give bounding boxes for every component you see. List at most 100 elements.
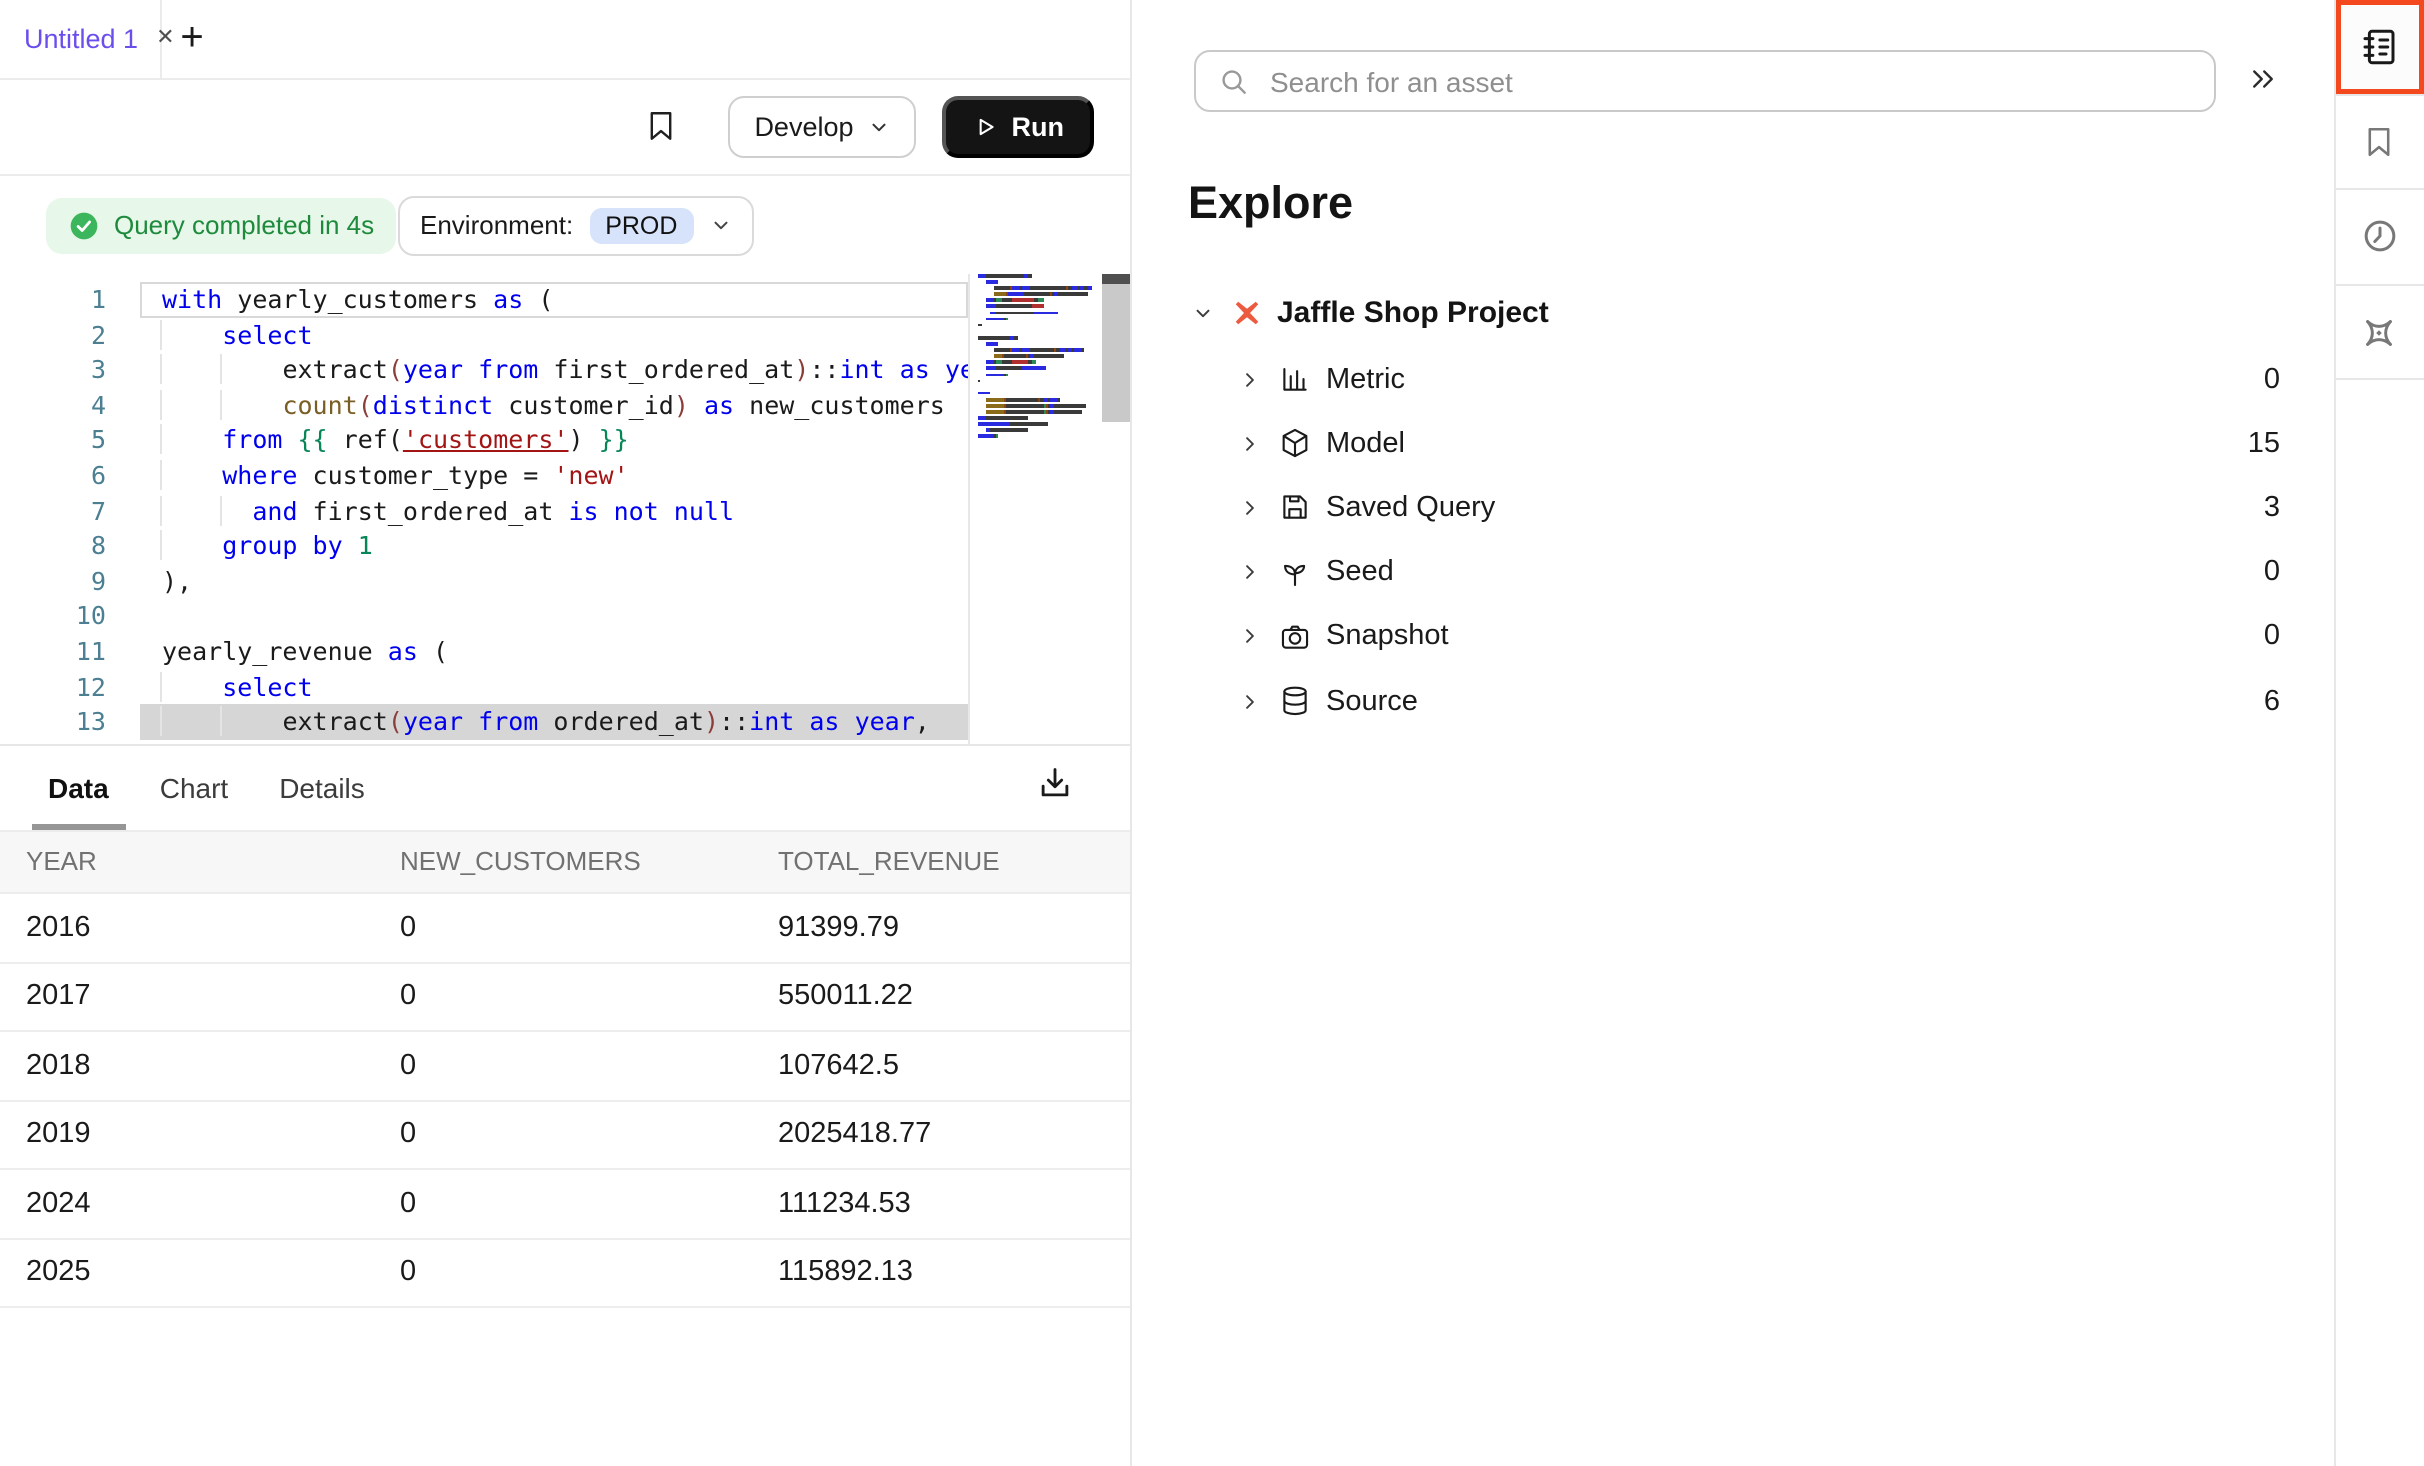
- catalog-notebook-icon: [2359, 26, 2401, 68]
- table-row[interactable]: 2016091399.79: [0, 894, 1129, 963]
- table-row[interactable]: 20240111234.53: [0, 1170, 1129, 1239]
- tree-item-model[interactable]: Model15: [1131, 411, 2333, 475]
- column-header: YEAR: [26, 847, 400, 877]
- right-icon-rail: [2333, 0, 2424, 1466]
- explore-panel: Explore Jaffle Shop Project Metric0Model…: [1131, 0, 2333, 1466]
- table-cell: 0: [400, 1257, 778, 1289]
- code-line-3[interactable]: extract(year from first_ordered_at)::int…: [140, 352, 968, 387]
- code-line-8[interactable]: group by 1: [140, 528, 968, 563]
- tree-item-source[interactable]: Source6: [1131, 669, 2333, 733]
- results-table-body: 2016091399.7920170550011.2220180107642.5…: [0, 894, 1129, 1308]
- query-status-bar: Query completed in 4s Environment: PROD: [0, 175, 1129, 274]
- asset-search-box[interactable]: [1194, 50, 2216, 112]
- history-clock-icon: [2360, 217, 2400, 257]
- rail-button-catalog-notebook[interactable]: [2335, 0, 2424, 95]
- rail-button-history-clock[interactable]: [2335, 190, 2424, 285]
- tree-item-metric[interactable]: Metric0: [1131, 347, 2333, 411]
- results-tab-data[interactable]: Data: [48, 771, 109, 803]
- chevron-right-icon[interactable]: [1240, 434, 1260, 454]
- environment-selector[interactable]: Environment: PROD: [398, 195, 753, 255]
- seedling-icon: [1278, 555, 1312, 589]
- code-line-12[interactable]: select: [140, 669, 968, 704]
- dbt-studio-app: Untitled 1 ✕ + Develop Run Query complet…: [0, 0, 2424, 1466]
- chevron-right-icon[interactable]: [1240, 691, 1260, 711]
- environment-badge: PROD: [589, 207, 693, 243]
- table-cell: 0: [400, 1050, 778, 1082]
- line-number-gutter: 12345678910111213: [0, 274, 140, 743]
- develop-label: Develop: [754, 112, 853, 142]
- column-header: NEW_CUSTOMERS: [400, 847, 778, 877]
- sql-editor[interactable]: 12345678910111213 with yearly_customers …: [0, 274, 970, 743]
- line-number: 9: [0, 564, 140, 599]
- editor-tab-bar: Untitled 1 ✕ +: [0, 0, 1129, 80]
- line-number: 2: [0, 317, 140, 352]
- bookmark-icon[interactable]: [644, 107, 678, 147]
- table-cell: 115892.13: [778, 1257, 1129, 1289]
- table-cell: 2017: [26, 981, 400, 1013]
- line-number: 4: [0, 388, 140, 423]
- code-line-10[interactable]: [140, 599, 968, 634]
- saved-query-icon: [1278, 491, 1312, 525]
- table-row[interactable]: 20180107642.5: [0, 1032, 1129, 1101]
- table-row[interactable]: 20250115892.13: [0, 1239, 1129, 1308]
- asset-search-input[interactable]: [1266, 63, 2192, 99]
- tree-item-saved-query[interactable]: Saved Query3: [1131, 476, 2333, 540]
- tree-item-count: 0: [2264, 556, 2280, 588]
- editor-scrollbar-thumb[interactable]: [1102, 274, 1129, 284]
- cube-icon: [1278, 427, 1312, 461]
- chevron-down-icon: [709, 214, 731, 236]
- rail-button-bookmark[interactable]: [2335, 95, 2424, 190]
- code-line-1[interactable]: with yearly_customers as (: [140, 282, 968, 317]
- table-cell: 2025: [26, 1257, 400, 1289]
- query-status-text: Query completed in 4s: [114, 210, 374, 240]
- tree-item-snapshot[interactable]: Snapshot0: [1131, 605, 2333, 669]
- editor-minimap[interactable]: [978, 274, 1092, 441]
- new-tab-button[interactable]: +: [162, 0, 222, 78]
- tree-root-jaffle-shop-project[interactable]: Jaffle Shop Project: [1131, 288, 2333, 336]
- tree-item-seed[interactable]: Seed0: [1131, 540, 2333, 604]
- editor-pane: Untitled 1 ✕ + Develop Run Query complet…: [0, 0, 1131, 1466]
- tree-item-label: Saved Query: [1326, 492, 1495, 524]
- chevron-right-icon[interactable]: [1240, 369, 1260, 389]
- double-chevron-right-icon[interactable]: [2247, 64, 2277, 94]
- tab-untitled-1[interactable]: Untitled 1 ✕: [0, 0, 162, 78]
- table-cell: 107642.5: [778, 1050, 1129, 1082]
- table-cell: 0: [400, 1188, 778, 1220]
- code-line-2[interactable]: select: [140, 317, 968, 352]
- chevron-right-icon[interactable]: [1240, 627, 1260, 647]
- code-line-11[interactable]: yearly_revenue as (: [140, 634, 968, 669]
- code-area[interactable]: with yearly_customers as ( select extrac…: [140, 274, 968, 743]
- develop-dropdown-button[interactable]: Develop: [728, 96, 915, 158]
- run-button[interactable]: Run: [942, 96, 1095, 158]
- code-line-6[interactable]: where customer_type = 'new': [140, 458, 968, 493]
- chevron-right-icon[interactable]: [1240, 562, 1260, 582]
- table-row[interactable]: 20170550011.22: [0, 963, 1129, 1032]
- line-number: 12: [0, 669, 140, 704]
- code-line-9[interactable]: ),: [140, 564, 968, 599]
- code-line-13[interactable]: extract(year from ordered_at)::int as ye…: [140, 704, 968, 739]
- explore-tree: Metric0Model15Saved Query3Seed0Snapshot0…: [1131, 347, 2333, 733]
- dbt-logo-icon: [1231, 297, 1261, 327]
- line-number: 1: [0, 282, 140, 317]
- run-label: Run: [1012, 112, 1065, 142]
- rail-button-copilot-sparkle[interactable]: [2335, 286, 2424, 381]
- code-line-7[interactable]: and first_ordered_at is not null: [140, 493, 968, 528]
- code-line-5[interactable]: from {{ ref('customers') }}: [140, 423, 968, 458]
- results-tab-bar: Data Chart Details: [0, 745, 1129, 829]
- active-tab-indicator: [32, 823, 126, 829]
- results-tab-details[interactable]: Details: [279, 771, 365, 803]
- tree-item-label: Source: [1326, 685, 1418, 717]
- table-cell: 111234.53: [778, 1188, 1129, 1220]
- table-cell: 0: [400, 1119, 778, 1151]
- camera-icon: [1278, 620, 1312, 654]
- chevron-down-icon[interactable]: [1191, 301, 1213, 323]
- tree-item-count: 15: [2248, 428, 2280, 460]
- table-row[interactable]: 201902025418.77: [0, 1101, 1129, 1170]
- chevron-right-icon[interactable]: [1240, 498, 1260, 518]
- bar-chart-icon: [1278, 362, 1312, 396]
- results-tab-chart[interactable]: Chart: [160, 771, 228, 803]
- download-icon[interactable]: [1036, 763, 1074, 801]
- editor-scrollbar-track[interactable]: [1102, 284, 1129, 422]
- code-line-4[interactable]: count(distinct customer_id) as new_custo…: [140, 388, 968, 423]
- copilot-sparkle-icon: [2359, 311, 2401, 353]
